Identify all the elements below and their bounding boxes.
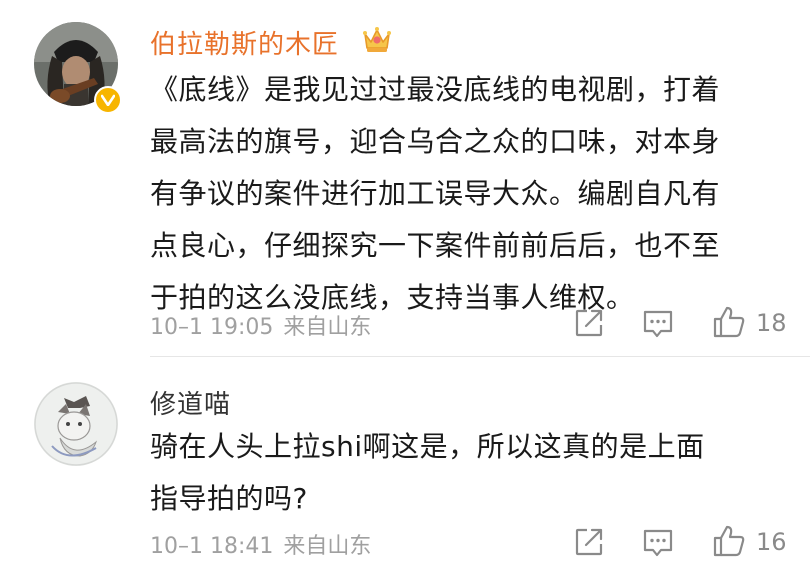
comment-icon[interactable] xyxy=(642,528,674,562)
like-icon[interactable] xyxy=(712,524,746,562)
source-location: 来自山东 xyxy=(283,534,372,559)
comment-item: 修道喵 骑在人头上拉shi啊这是，所以这真的是上面 指导拍的吗? 10–1 18… xyxy=(0,0,810,561)
comment-meta: 10–1 18:41 来自山东 xyxy=(150,528,371,560)
share-icon[interactable] xyxy=(574,527,604,561)
like-count: 16 xyxy=(756,528,787,556)
timestamp: 10–1 18:41 xyxy=(150,534,274,559)
username[interactable]: 修道喵 xyxy=(150,384,231,421)
comment-text: 骑在人头上拉shi啊这是，所以这真的是上面 指导拍的吗? xyxy=(150,421,800,525)
comment-text-line: 指导拍的吗? xyxy=(150,482,308,515)
comment-text-line: 骑在人头上拉shi啊这是，所以这真的是上面 xyxy=(150,430,705,463)
avatar[interactable] xyxy=(34,382,118,466)
